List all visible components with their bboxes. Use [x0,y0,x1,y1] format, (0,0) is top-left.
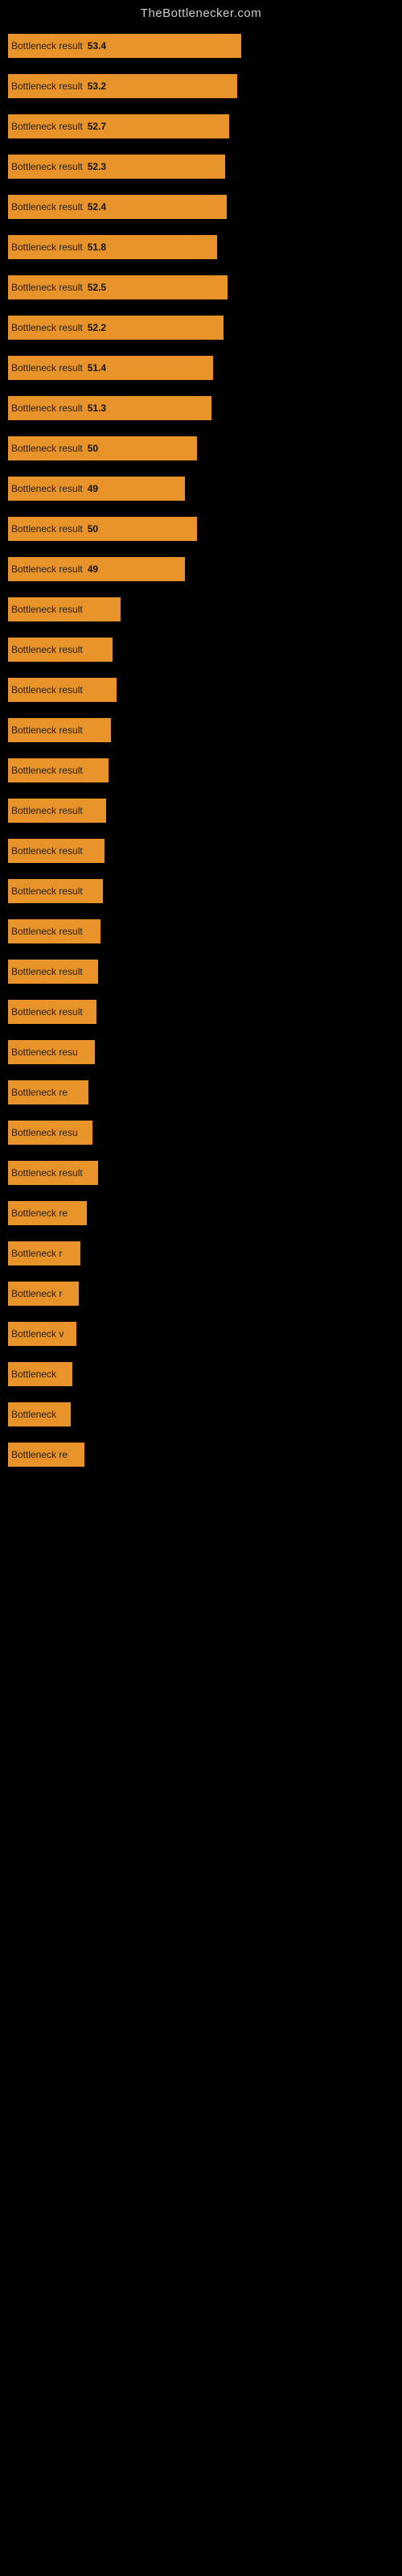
bar-label: Bottleneck result [11,201,86,213]
bar-row: Bottleneck result49 [8,474,394,503]
bar-row: Bottleneck result51.4 [8,353,394,382]
bar-row: Bottleneck result52.4 [8,192,394,221]
chart-container: Bottleneck result53.4Bottleneck result53… [0,23,402,1480]
bar-row: Bottleneck result52.3 [8,152,394,181]
bar-label: Bottleneck result [11,765,86,776]
bar-label: Bottleneck result [11,564,86,575]
bar-row: Bottleneck r [8,1279,394,1308]
bar-row: Bottleneck resu [8,1038,394,1067]
bar-label: Bottleneck result [11,966,86,977]
bar-label: Bottleneck result [11,242,86,253]
bar-row: Bottleneck re [8,1440,394,1469]
bar-row: Bottleneck resu [8,1118,394,1147]
bar-row: Bottleneck result53.4 [8,31,394,60]
bar-row: Bottleneck result52.7 [8,112,394,141]
bar-value: 51.4 [88,362,106,374]
bar-label: Bottleneck result [11,80,86,92]
bar-row: Bottleneck v [8,1319,394,1348]
bar-label: Bottleneck r [11,1288,65,1299]
bar-label: Bottleneck result [11,926,86,937]
bar-value: 49 [88,564,98,575]
bar-row: Bottleneck result [8,756,394,785]
bar-row: Bottleneck [8,1360,394,1389]
bar-label: Bottleneck [11,1368,59,1380]
bar-label: Bottleneck result [11,402,86,414]
bar-row: Bottleneck result [8,997,394,1026]
bar-value: 50 [88,523,98,535]
bar-label: Bottleneck re [11,1208,71,1219]
bar-row: Bottleneck result [8,635,394,664]
bar-row: Bottleneck result [8,796,394,825]
bar-row: Bottleneck result53.2 [8,72,394,101]
bar-value: 52.7 [88,121,106,132]
bar-row: Bottleneck result50 [8,434,394,463]
bar-label: Bottleneck resu [11,1046,81,1058]
bar-label: Bottleneck result [11,1167,86,1179]
bar-label: Bottleneck result [11,362,86,374]
bar-label: Bottleneck result [11,724,86,736]
bar-row: Bottleneck result [8,957,394,986]
bar-label: Bottleneck result [11,282,86,293]
bar-row: Bottleneck re [8,1078,394,1107]
site-header: TheBottlenecker.com [0,0,402,23]
bar-label: Bottleneck [11,1409,59,1420]
bar-row: Bottleneck result52.5 [8,273,394,302]
bar-value: 52.4 [88,201,106,213]
bar-value: 51.3 [88,402,106,414]
bar-row: Bottleneck result51.3 [8,394,394,423]
bar-label: Bottleneck result [11,845,86,857]
bar-label: Bottleneck v [11,1328,67,1340]
bar-label: Bottleneck result [11,161,86,172]
bar-label: Bottleneck r [11,1248,65,1259]
bar-label: Bottleneck result [11,886,86,897]
bar-label: Bottleneck result [11,644,86,655]
bar-value: 52.2 [88,322,106,333]
bar-label: Bottleneck result [11,483,86,494]
bar-label: Bottleneck result [11,604,86,615]
bar-row: Bottleneck result [8,917,394,946]
bar-value: 53.4 [88,40,106,52]
bar-label: Bottleneck result [11,684,86,696]
bar-row: Bottleneck result [8,595,394,624]
bar-label: Bottleneck result [11,322,86,333]
bar-row: Bottleneck result [8,836,394,865]
bar-row: Bottleneck result [8,1158,394,1187]
bar-label: Bottleneck result [11,1006,86,1018]
bar-value: 51.8 [88,242,106,253]
bar-label: Bottleneck re [11,1087,71,1098]
bar-value: 52.5 [88,282,106,293]
bar-row: Bottleneck re [8,1199,394,1228]
bar-value: 52.3 [88,161,106,172]
bar-row: Bottleneck r [8,1239,394,1268]
bar-row: Bottleneck [8,1400,394,1429]
bar-label: Bottleneck result [11,443,86,454]
bar-value: 49 [88,483,98,494]
bar-label: Bottleneck result [11,40,86,52]
bar-label: Bottleneck result [11,805,86,816]
bar-row: Bottleneck result [8,877,394,906]
bar-row: Bottleneck result50 [8,514,394,543]
bar-value: 50 [88,443,98,454]
bar-value: 53.2 [88,80,106,92]
bar-label: Bottleneck result [11,121,86,132]
bar-label: Bottleneck re [11,1449,71,1460]
bar-row: Bottleneck result [8,716,394,745]
bar-row: Bottleneck result51.8 [8,233,394,262]
bar-row: Bottleneck result [8,675,394,704]
bar-row: Bottleneck result52.2 [8,313,394,342]
bar-label: Bottleneck result [11,523,86,535]
bar-row: Bottleneck result49 [8,555,394,584]
bar-label: Bottleneck resu [11,1127,81,1138]
